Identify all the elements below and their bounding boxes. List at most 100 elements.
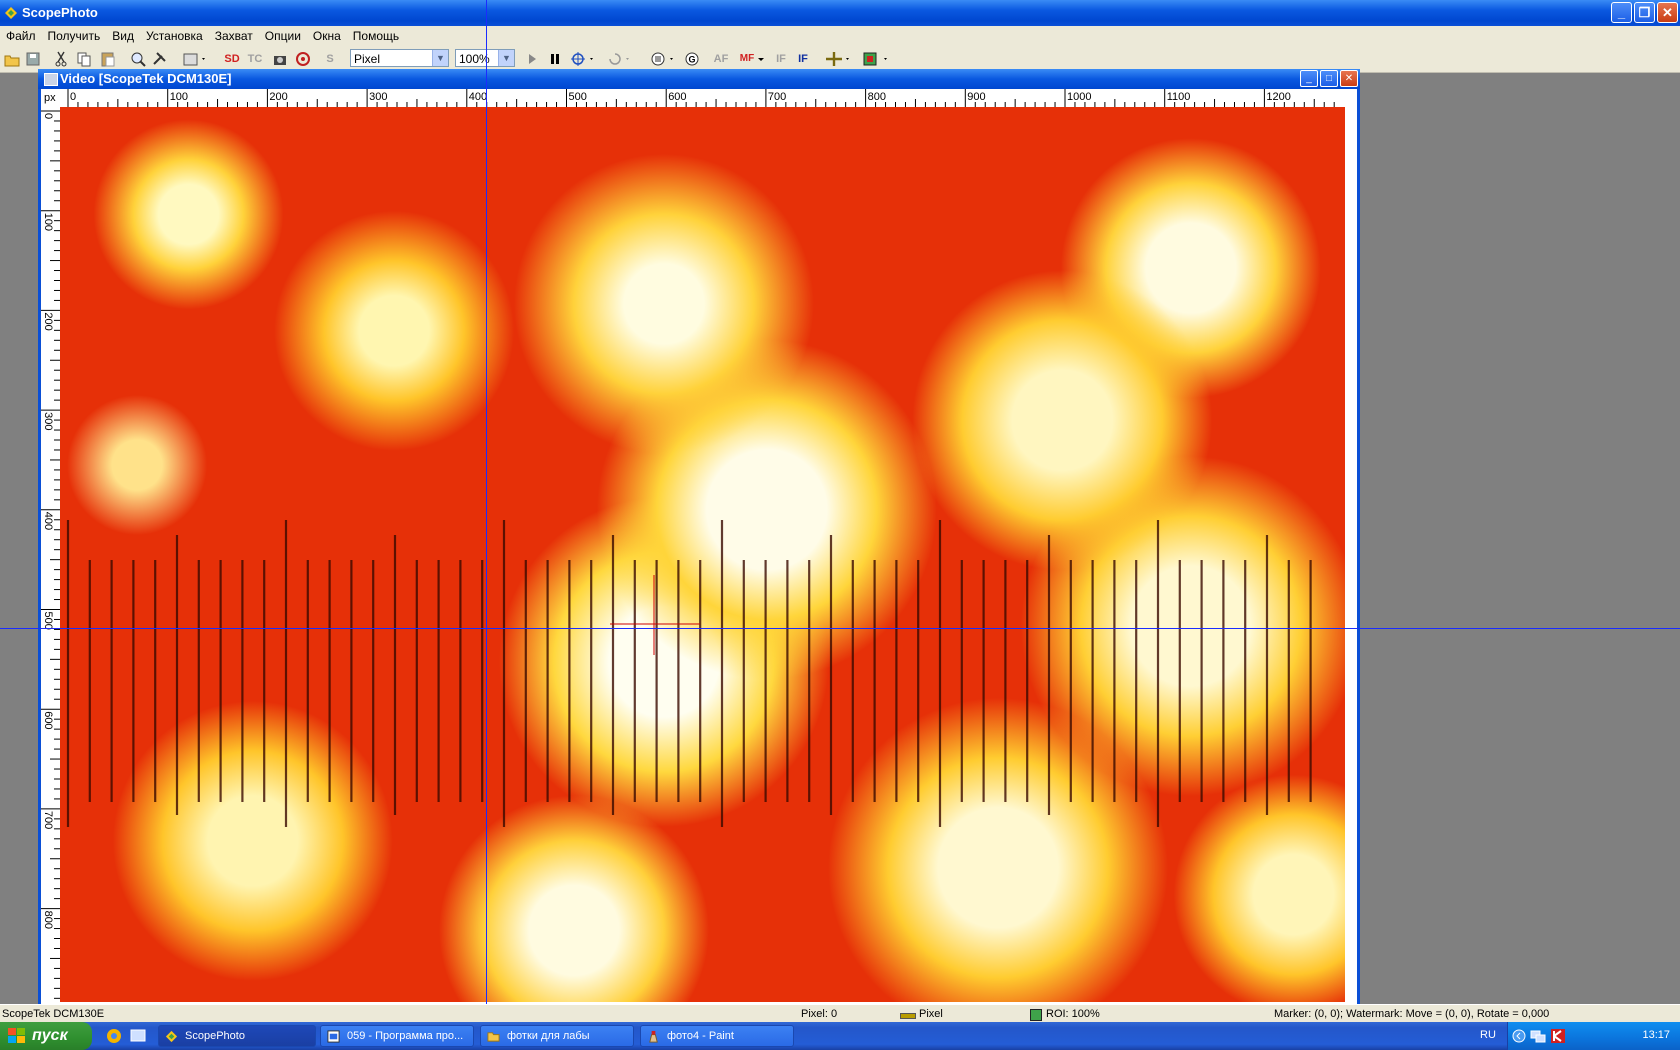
clock: 13:17 xyxy=(1642,1029,1670,1041)
menu-acquire[interactable]: Получить xyxy=(42,26,107,43)
antivirus-icon[interactable] xyxy=(1550,1028,1566,1044)
video-maximize-button[interactable]: □ xyxy=(1320,70,1338,87)
status-roi: ROI: 100% xyxy=(1046,1008,1100,1020)
status-pixel: Pixel: 0 xyxy=(801,1008,838,1020)
record-icon[interactable] xyxy=(295,50,311,68)
sd-button[interactable]: SD xyxy=(223,50,241,68)
tc-button[interactable]: TC xyxy=(246,50,264,68)
unit-select-value: Pixel xyxy=(354,52,381,66)
menu-options[interactable]: Опции xyxy=(259,26,307,43)
left-ruler: 0100200300400500600700800 xyxy=(41,107,60,1004)
s-button[interactable]: S xyxy=(324,50,336,68)
menu-capture[interactable]: Захват xyxy=(209,26,259,43)
restore-button[interactable]: ❐ xyxy=(1634,2,1655,23)
pause-icon[interactable] xyxy=(549,50,561,68)
top-ruler: px 0 100 200 300 400 500 600 700 800 900 1000 1100 12… xyxy=(41,89,1357,107)
quicklaunch-desktop-icon[interactable] xyxy=(130,1028,146,1044)
taskbar-item-paint[interactable]: фото4 - Paint xyxy=(640,1025,794,1047)
paste-icon[interactable] xyxy=(100,50,116,68)
copy-icon[interactable] xyxy=(76,50,92,68)
taskbar-item-scopephoto[interactable]: ScopePhoto xyxy=(158,1025,316,1047)
taskbar-item-program[interactable]: 059 - Программа про... xyxy=(320,1025,474,1047)
menu-file[interactable]: Файл xyxy=(0,26,42,43)
paint-icon xyxy=(649,1030,658,1043)
cursor-vertical-line xyxy=(486,0,487,1022)
window-title: ScopePhoto xyxy=(22,5,98,20)
taskbar: пуск ScopePhoto 059 - Программа про... ф… xyxy=(0,1022,1680,1050)
chevron-down-icon: ▼ xyxy=(498,50,514,66)
status-unit: Pixel xyxy=(919,1008,943,1020)
unit-select[interactable]: Pixel ▼ xyxy=(350,49,449,67)
taskbar-item-label: фото4 - Paint xyxy=(667,1030,734,1042)
title-bar: ScopePhoto _ ❐ ✕ xyxy=(0,0,1680,26)
crosshair-dropdown-icon[interactable] xyxy=(570,50,598,68)
roi-icon xyxy=(1030,1009,1042,1021)
save-icon[interactable] xyxy=(25,50,41,68)
tools-icon[interactable] xyxy=(152,50,168,68)
ruler-top-label: 300 xyxy=(369,91,387,103)
language-indicator[interactable]: RU xyxy=(1480,1029,1496,1041)
rotate-dropdown-icon[interactable] xyxy=(606,50,634,68)
play-icon[interactable] xyxy=(526,50,538,68)
ruler-left-label: 400 xyxy=(42,512,54,530)
if-button[interactable]: IF xyxy=(774,50,788,68)
ruler-top-label: 900 xyxy=(967,91,985,103)
open-folder-icon[interactable] xyxy=(4,50,20,68)
unit-line-icon xyxy=(900,1013,916,1019)
ruler-left-label: 200 xyxy=(42,312,54,330)
zoom-select[interactable]: 100% ▼ xyxy=(455,49,515,67)
cursor-horizontal-line xyxy=(0,628,1680,629)
ruler-top-label: 200 xyxy=(269,91,287,103)
capture-dropdown-icon[interactable] xyxy=(182,50,208,68)
menu-setup[interactable]: Установка xyxy=(140,26,209,43)
status-marker: Marker: (0, 0); Watermark: Move = (0, 0)… xyxy=(1274,1008,1550,1020)
start-button[interactable]: пуск xyxy=(0,1022,92,1050)
taskbar-item-label: ScopePhoto xyxy=(185,1030,245,1042)
taskbar-item-label: фотки для лабы xyxy=(507,1030,590,1042)
chevron-down-icon: ▼ xyxy=(432,50,448,66)
video-window-title: Video [ScopeTek DCM130E] xyxy=(60,71,232,86)
chevron-down-icon[interactable] xyxy=(756,50,766,68)
ruler-top-label: 700 xyxy=(768,91,786,103)
close-button[interactable]: ✕ xyxy=(1657,2,1678,23)
system-tray: RU 13:17 xyxy=(1480,1022,1680,1050)
minimize-button[interactable]: _ xyxy=(1611,2,1632,23)
status-bar: ScopeTek DCM130E Pixel: 0 Pixel ROI: 100… xyxy=(0,1004,1680,1023)
cut-icon[interactable] xyxy=(54,50,68,68)
if-blue-button[interactable]: IF xyxy=(796,50,810,68)
ruler-left-label: 700 xyxy=(42,811,54,829)
scopephoto-app-icon xyxy=(5,7,17,19)
menu-help[interactable]: Помощь xyxy=(347,26,405,43)
ruler-top-label: 500 xyxy=(569,91,587,103)
scopephoto-icon xyxy=(165,1030,178,1043)
menu-windows[interactable]: Окна xyxy=(307,26,347,43)
zoom-preview-icon[interactable] xyxy=(130,50,146,68)
mf-button[interactable]: MF xyxy=(738,50,756,68)
video-close-button[interactable]: ✕ xyxy=(1340,70,1358,87)
quicklaunch-browser-icon[interactable] xyxy=(106,1028,122,1044)
measure-dropdown-icon[interactable] xyxy=(824,50,854,68)
tray-expand-icon[interactable] xyxy=(1512,1028,1526,1044)
network-icon[interactable] xyxy=(1530,1028,1546,1044)
menu-bar: Файл Получить Вид Установка Захват Опции Окна П… xyxy=(0,26,1680,46)
ruler-unit-label: px xyxy=(44,92,56,104)
live-video-image[interactable] xyxy=(60,107,1345,1002)
video-minimize-button[interactable]: _ xyxy=(1300,70,1318,87)
ruler-top-label: 1200 xyxy=(1266,91,1290,103)
ruler-top-label: 800 xyxy=(868,91,886,103)
color-dropdown-icon[interactable] xyxy=(862,50,892,68)
ruler-top-label: 1000 xyxy=(1067,91,1091,103)
grab-icon[interactable]: G xyxy=(684,50,700,68)
roi-dropdown-icon[interactable] xyxy=(650,50,678,68)
ruler-left-label: 800 xyxy=(42,911,54,929)
windows-logo-icon xyxy=(8,1028,25,1043)
af-button[interactable]: AF xyxy=(712,50,730,68)
ruler-left-label: 100 xyxy=(42,213,54,231)
document-icon xyxy=(327,1030,340,1043)
video-window-icon xyxy=(44,73,58,86)
taskbar-item-folder[interactable]: фотки для лабы xyxy=(480,1025,634,1047)
menu-view[interactable]: Вид xyxy=(106,26,140,43)
center-crosshair xyxy=(610,575,700,655)
svg-text:G: G xyxy=(688,55,695,65)
camera-settings-icon[interactable] xyxy=(272,50,288,68)
